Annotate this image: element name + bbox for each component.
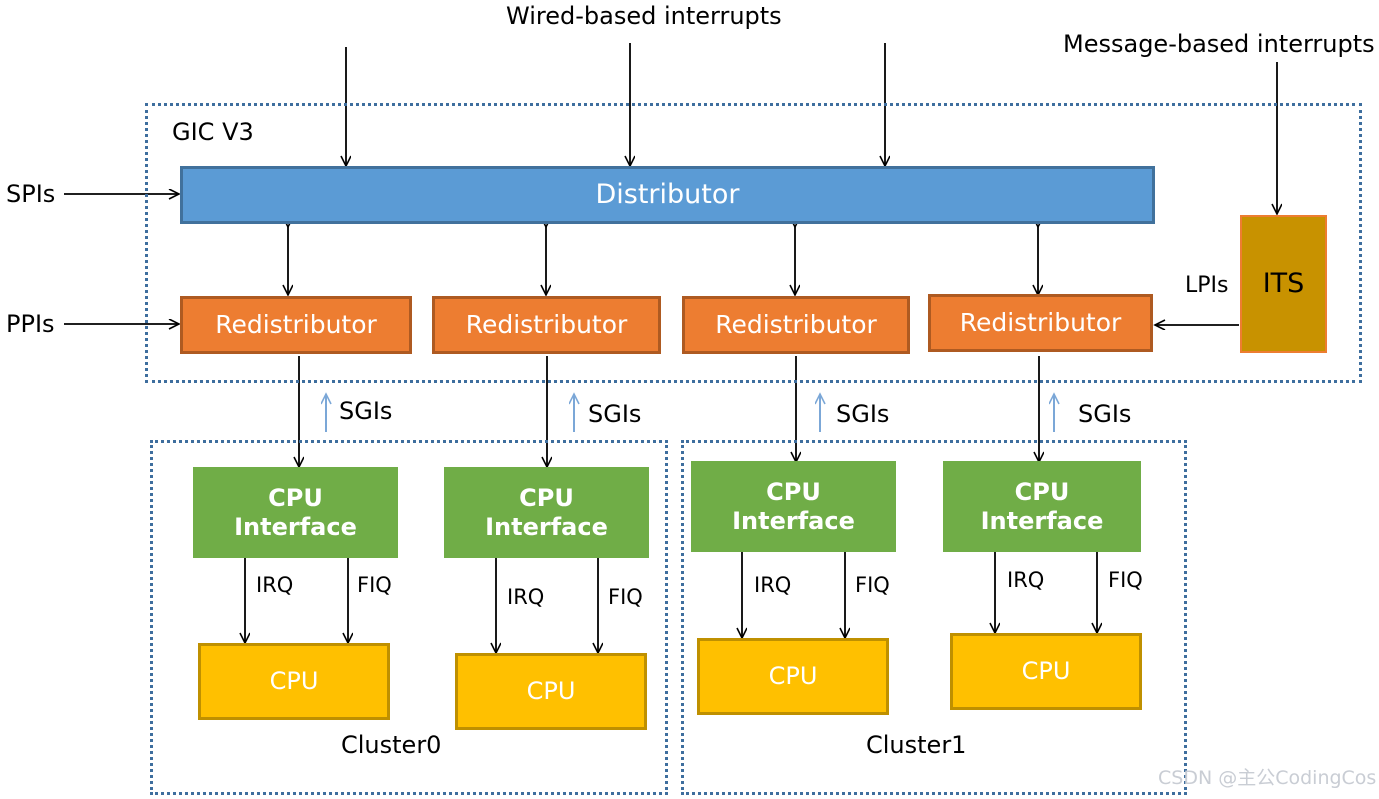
sgi-arrows [326, 394, 1054, 432]
distributor-block[interactable]: Distributor [180, 166, 1155, 224]
cpu-interface-label: CPU Interface [485, 484, 608, 541]
cluster0-label: Cluster0 [341, 731, 442, 759]
redistributor-label-2: Redistributor [715, 310, 877, 340]
ppis-label: PPIs [6, 310, 55, 338]
cluster0-irq-label-0: IRQ [256, 573, 294, 597]
cpu-interface-label: CPU Interface [234, 484, 357, 541]
redistributor-block-1[interactable]: Redistributor [432, 296, 661, 354]
distributor-label: Distributor [595, 179, 740, 211]
cpu-label: CPU [526, 677, 576, 706]
sgis-label-2: SGIs [836, 400, 890, 428]
its-block[interactable]: ITS [1240, 215, 1327, 353]
diagram-canvas: Wired-based interrupts Message-based int… [0, 0, 1379, 799]
cluster1-irq-label-1: IRQ [1007, 568, 1045, 592]
cluster1-cpu-interface-1[interactable]: CPU Interface [943, 461, 1141, 552]
cluster0-cpu-interface-1[interactable]: CPU Interface [444, 467, 649, 558]
cpu-interface-label: CPU Interface [980, 478, 1104, 535]
cluster1-irq-label-0: IRQ [754, 573, 792, 597]
gic-v3-label: GIC V3 [172, 118, 254, 146]
cpu-interface-label: CPU Interface [732, 478, 855, 535]
cluster1-fiq-label-0: FIQ [855, 573, 890, 597]
redistributor-block-0[interactable]: Redistributor [180, 296, 412, 354]
cluster0-fiq-label-1: FIQ [608, 585, 643, 609]
cluster0-cpu-interface-0[interactable]: CPU Interface [193, 467, 398, 558]
cluster0-cpu-0[interactable]: CPU [198, 643, 390, 720]
wired-interrupts-label: Wired-based interrupts [506, 2, 782, 30]
cluster0-fiq-label-0: FIQ [357, 573, 392, 597]
cluster1-cpu-0[interactable]: CPU [697, 638, 889, 715]
redistributor-label-3: Redistributor [959, 308, 1122, 338]
cluster1-label: Cluster1 [866, 731, 967, 759]
redistributor-block-3[interactable]: Redistributor [928, 294, 1153, 352]
cluster1-cpu-interface-0[interactable]: CPU Interface [691, 461, 896, 552]
cpu-label: CPU [269, 667, 319, 696]
watermark: CSDN @主公CodingCos [1158, 767, 1377, 789]
redistributor-block-2[interactable]: Redistributor [682, 296, 910, 354]
message-interrupts-label: Message-based interrupts [1063, 30, 1375, 58]
sgis-label-3: SGIs [1078, 400, 1132, 428]
its-label: ITS [1262, 268, 1305, 300]
cluster1-cpu-1[interactable]: CPU [950, 633, 1142, 710]
cluster0-irq-label-1: IRQ [507, 585, 545, 609]
redistributor-label-1: Redistributor [465, 310, 628, 340]
cluster1-fiq-label-1: FIQ [1108, 568, 1143, 592]
redistributor-label-0: Redistributor [215, 310, 377, 340]
sgis-label-0: SGIs [339, 397, 393, 425]
cpu-label: CPU [1021, 657, 1071, 686]
cpu-label: CPU [768, 662, 818, 691]
sgis-label-1: SGIs [588, 400, 642, 428]
cluster0-cpu-1[interactable]: CPU [455, 653, 647, 730]
lpis-label: LPIs [1185, 273, 1229, 298]
spis-label: SPIs [6, 180, 56, 208]
